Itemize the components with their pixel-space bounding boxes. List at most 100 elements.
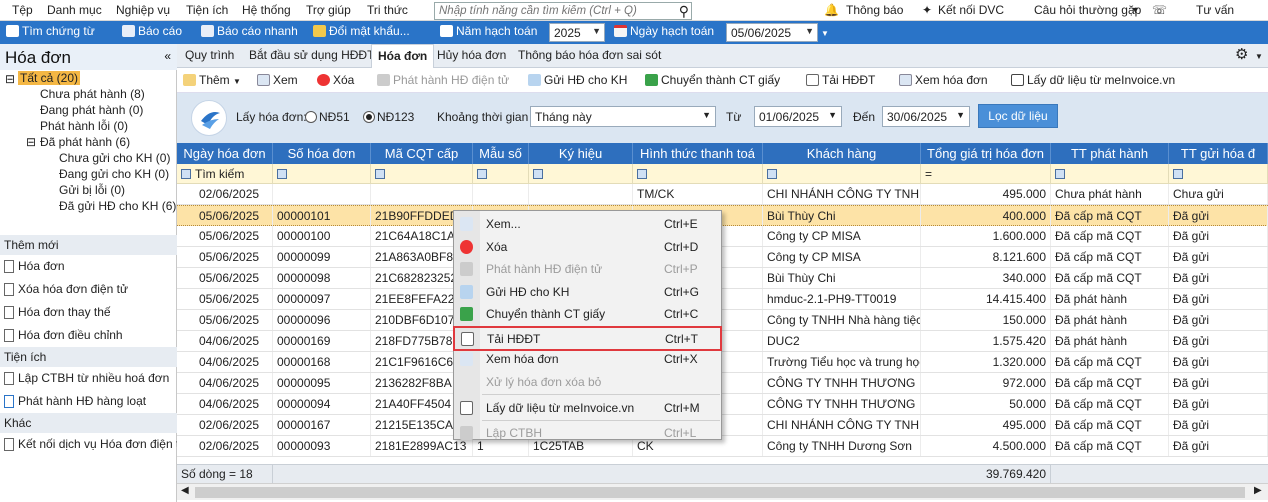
tab-invoice[interactable]: Hóa đơn — [371, 44, 435, 68]
col-header-date[interactable]: Ngày hóa đơn — [177, 143, 273, 164]
context-menu-item[interactable]: Xem... Ctrl+E — [454, 213, 721, 235]
menu-danh-muc[interactable]: Danh mục — [47, 3, 102, 17]
delete-button[interactable]: Xóa — [317, 73, 354, 87]
toolbar-expand-icon[interactable]: ▼ — [821, 29, 829, 38]
bulk-issue-link[interactable]: Phát hành HĐ hàng loạt — [4, 394, 146, 408]
filter-cell-number[interactable] — [273, 164, 371, 184]
filter-cell-payment[interactable] — [633, 164, 763, 184]
filter-cell-issue[interactable] — [1051, 164, 1169, 184]
tab-getting-started[interactable]: Bắt đầu sử dụng HĐĐT — [249, 48, 374, 62]
menu-tro-giup[interactable]: Trợ giúp — [306, 3, 351, 17]
connect-service-link[interactable]: Kết nối dịch vụ Hóa đơn điện t — [4, 437, 179, 451]
notification-link[interactable]: Thông báo — [846, 3, 903, 17]
tree-item-issuing[interactable]: Đang phát hành (0) — [40, 103, 143, 117]
filter-cell-date[interactable]: Tìm kiếm — [177, 164, 273, 184]
filter-cell-symbol[interactable] — [529, 164, 633, 184]
col-header-cqt-code[interactable]: Mã CQT cấp — [371, 143, 473, 164]
table-row[interactable]: 05/06/2025 00000101 21B90FFDDED Bùi Thùy Ch… — [177, 205, 1268, 226]
from-date-input[interactable]: 01/06/2025 ▼ — [754, 106, 842, 127]
period-select[interactable]: Tháng này ▼ — [530, 106, 716, 127]
table-row[interactable]: 05/06/2025 00000100 21C64A18C1A Công ty CP … — [177, 226, 1268, 247]
filter-cell-total[interactable]: = — [921, 164, 1051, 184]
tab-cancel-invoice[interactable]: Hủy hóa đơn — [437, 48, 506, 62]
download-button[interactable]: Tải HĐĐT — [806, 73, 875, 87]
filter-cell-cqt[interactable] — [371, 164, 473, 184]
tree-item-send-error[interactable]: Gửi bị lỗi (0) — [59, 183, 125, 197]
tree-toggle-icon[interactable]: ⊟ — [26, 135, 36, 149]
tree-item-not-sent[interactable]: Chưa gửi cho KH (0) — [59, 151, 170, 165]
date-select[interactable]: 05/06/2025 ▼ — [726, 23, 818, 42]
tree-item-issue-error[interactable]: Phát hành lỗi (0) — [40, 119, 128, 133]
col-header-payment[interactable]: Hình thức thanh toá — [633, 143, 763, 164]
context-menu-item[interactable]: Gửi HĐ cho KH Ctrl+G — [454, 281, 721, 303]
table-row[interactable]: 02/06/2025 00000093 2181E2899AC13 1 1C25TAB C… — [177, 436, 1268, 457]
table-row[interactable]: 04/06/2025 00000095 2136282F8BA CÔNG TY TNH… — [177, 373, 1268, 394]
bell-icon[interactable]: 🔔 — [824, 3, 839, 17]
horizontal-scrollbar[interactable]: ◀ ▶ — [177, 483, 1268, 500]
quick-report-button[interactable]: Báo cáo nhanh — [201, 24, 298, 38]
scroll-right-icon[interactable]: ▶ — [1254, 485, 1262, 496]
table-row[interactable]: 04/06/2025 00000168 21C1F9616C6 Trường Tiểu… — [177, 352, 1268, 373]
context-menu-item[interactable]: Xóa Ctrl+D — [454, 236, 721, 258]
load-data-button[interactable]: Lọc dữ liệu — [978, 104, 1058, 128]
consult-link[interactable]: Tư vấn — [1196, 3, 1234, 17]
context-menu-item[interactable]: Tải HĐĐT Ctrl+T — [453, 325, 722, 351]
tree-toggle-icon[interactable]: ⊟ — [5, 72, 15, 86]
menu-nghiep-vu[interactable]: Nghiệp vụ — [116, 3, 170, 17]
menu-tep[interactable]: Tệp — [12, 3, 33, 17]
table-row[interactable]: 04/06/2025 00000169 218FD775B78 DUC2 1.575.4… — [177, 331, 1268, 352]
col-header-form[interactable]: Mẫu số — [473, 143, 529, 164]
menu-tri-thuc[interactable]: Tri thức — [367, 3, 408, 17]
change-password-button[interactable]: Đổi mật khẩu... — [313, 24, 410, 38]
search-icon[interactable]: ⚲ — [679, 3, 689, 20]
find-voucher-button[interactable]: Tìm chứng từ — [6, 24, 95, 38]
chevron-down-icon[interactable]: ▼ — [1255, 52, 1263, 61]
radio-nd123[interactable]: NĐ123 — [363, 110, 414, 124]
add-button[interactable]: Thêm ▼ — [183, 73, 241, 87]
tree-item-unissued[interactable]: Chưa phát hành (8) — [40, 87, 145, 101]
context-menu-item[interactable]: Chuyển thành CT giấy Ctrl+C — [454, 303, 721, 325]
menu-tien-ich[interactable]: Tiện ích — [186, 3, 228, 17]
delete-einvoice-link[interactable]: Xóa hóa đơn điện tử — [4, 282, 128, 296]
table-row[interactable]: 05/06/2025 00000098 21C682823252 Bùi Thùy C… — [177, 268, 1268, 289]
view-invoice-button[interactable]: Xem hóa đơn — [899, 73, 988, 87]
issue-button[interactable]: Phát hành HĐ điện tử — [377, 73, 509, 87]
headset-icon[interactable]: ☏ — [1152, 3, 1167, 17]
table-row[interactable]: 05/06/2025 00000099 21A863A0BF8 Công ty CP … — [177, 247, 1268, 268]
tree-item-all[interactable]: Tất cả (20) — [18, 71, 81, 85]
send-button[interactable]: Gửi HĐ cho KH — [528, 73, 627, 87]
create-sales-voucher-link[interactable]: Lập CTBH từ nhiều hoá đơn — [4, 371, 169, 385]
scroll-left-icon[interactable]: ◀ — [181, 485, 189, 496]
col-header-total[interactable]: Tổng giá trị hóa đơn — [921, 143, 1051, 164]
context-menu-item[interactable]: Phát hành HĐ điện tử Ctrl+P — [454, 258, 721, 280]
gear-icon[interactable]: ⚙ — [1235, 45, 1248, 63]
connect-icon[interactable]: ✦ — [922, 3, 932, 17]
col-header-symbol[interactable]: Ký hiệu — [529, 143, 633, 164]
col-header-number[interactable]: Số hóa đơn — [273, 143, 371, 164]
table-row[interactable]: 05/06/2025 00000096 210DBF6D107 Công ty TNH… — [177, 310, 1268, 331]
adjust-invoice-link[interactable]: Hóa đơn điều chỉnh — [4, 328, 123, 342]
feature-search[interactable]: ⚲ — [434, 2, 692, 20]
fetch-button[interactable]: Lấy dữ liệu từ meInvoice.vn — [1011, 73, 1175, 87]
context-menu-item[interactable]: Lấy dữ liệu từ meInvoice.vn Ctrl+M — [454, 397, 721, 419]
tab-process[interactable]: Quy trình — [185, 48, 234, 62]
table-row[interactable]: 05/06/2025 00000097 21EE8FEFA22 hmduc-2.1-P… — [177, 289, 1268, 310]
year-select[interactable]: 2025 ▼ — [549, 23, 605, 42]
scroll-thumb[interactable] — [195, 487, 1245, 498]
chevron-down-icon[interactable]: ▼ — [1131, 5, 1140, 15]
faq-link[interactable]: Câu hỏi thường gặp — [1034, 3, 1141, 17]
col-header-issue-status[interactable]: TT phát hành — [1051, 143, 1169, 164]
context-menu-item[interactable]: Xem hóa đơn Ctrl+X — [454, 348, 721, 370]
table-row[interactable]: 02/06/2025 00000167 21215E135CA CHI NHÁNH C… — [177, 415, 1268, 436]
context-menu-item[interactable]: Lập CTBH Ctrl+L — [454, 422, 721, 444]
filter-cell-send[interactable] — [1169, 164, 1268, 184]
radio-nd51[interactable]: NĐ51 — [305, 110, 350, 124]
convert-button[interactable]: Chuyển thành CT giấy — [645, 73, 780, 87]
table-row[interactable]: 04/06/2025 00000094 21A40FF4504 CÔNG TY TNH… — [177, 394, 1268, 415]
feature-search-input[interactable] — [435, 3, 671, 19]
context-menu-item[interactable]: Xử lý hóa đơn xóa bỏ — [454, 371, 721, 393]
to-date-input[interactable]: 30/06/2025 ▼ — [882, 106, 970, 127]
tree-item-sending[interactable]: Đang gửi cho KH (0) — [59, 167, 169, 181]
col-header-customer[interactable]: Khách hàng — [763, 143, 921, 164]
tree-item-issued[interactable]: Đã phát hành (6) — [40, 135, 130, 149]
